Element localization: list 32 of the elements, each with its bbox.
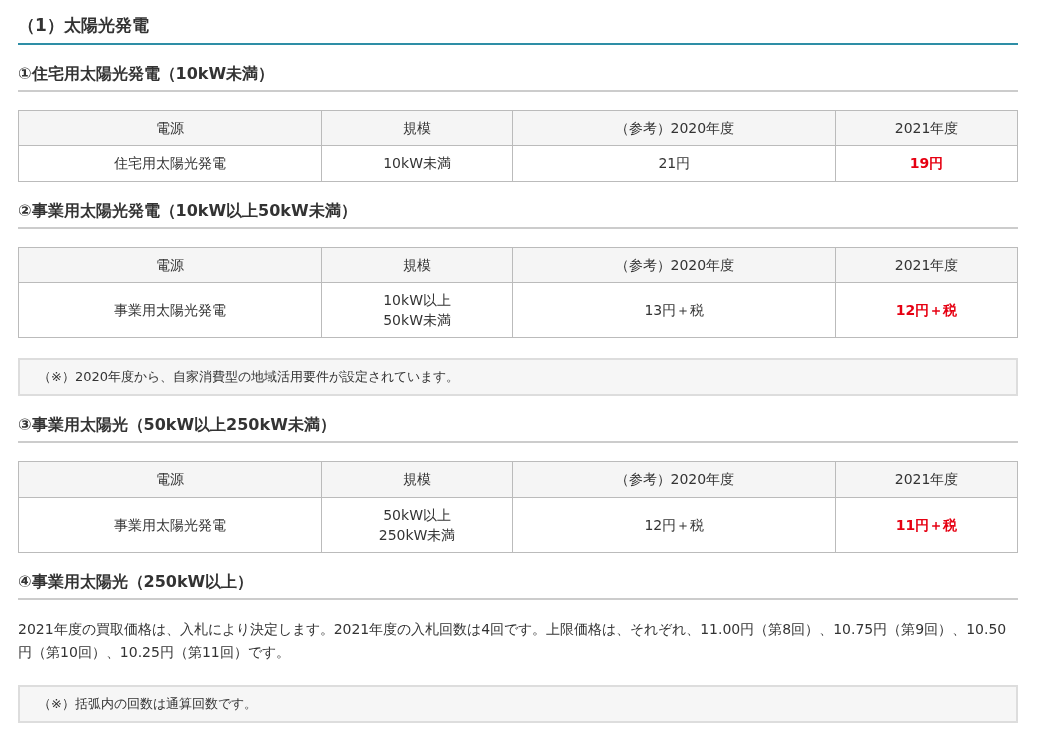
subsection-heading: ④事業用太陽光（250kW以上）	[18, 572, 1018, 601]
table-cell: 11円＋税	[835, 497, 1018, 553]
subsection-heading: ①住宅用太陽光発電（10kW未満）	[18, 64, 1018, 92]
table-cell: 事業用太陽光発電	[18, 497, 322, 553]
section-title: （1）太陽光発電	[18, 10, 1018, 45]
note-box: （※）2020年度から、自家消費型の地域活用要件が設定されています。	[18, 358, 1018, 397]
table-cell: 21円	[513, 145, 836, 182]
table-cell: 事業用太陽光発電	[18, 282, 322, 338]
column-header: （参考）2020年度	[513, 247, 836, 283]
table-cell: 19円	[835, 145, 1018, 182]
table-cell: 住宅用太陽光発電	[18, 145, 322, 182]
subsection-heading: ③事業用太陽光（50kW以上250kW未満）	[18, 415, 1018, 444]
column-header: 規模	[321, 247, 513, 283]
subsection-heading: ②事業用太陽光発電（10kW以上50kW未満）	[18, 200, 1018, 229]
column-header: 2021年度	[835, 247, 1018, 283]
column-header: 電源	[18, 247, 322, 283]
note-box: （※）括弧内の回数は通算回数です。	[18, 684, 1018, 723]
column-header: 電源	[18, 110, 322, 146]
column-header: 2021年度	[835, 110, 1018, 146]
column-header: （参考）2020年度	[513, 462, 836, 498]
table-cell: 12円＋税	[835, 282, 1018, 338]
body-text: 2021年度の買取価格は、入札により決定します。2021年度の入札回数は4回です。上限価格は、それぞれ、11.00円（第8回）、10.75円（第9回）、10.50円（第10回）、10.25円（第11回）です。	[18, 620, 1008, 663]
table-cell: 50kW以上 250kW未満	[321, 497, 513, 553]
table-cell: 12円＋税	[513, 497, 836, 553]
table-cell: 10kW未満	[321, 145, 513, 182]
table-cell: 13円＋税	[513, 282, 836, 338]
column-header: 規模	[321, 110, 513, 146]
column-header: 2021年度	[835, 462, 1018, 498]
column-header: 規模	[321, 462, 513, 498]
column-header: 電源	[18, 462, 322, 498]
table-cell: 10kW以上 50kW未満	[321, 282, 513, 338]
column-header: （参考）2020年度	[513, 110, 836, 146]
